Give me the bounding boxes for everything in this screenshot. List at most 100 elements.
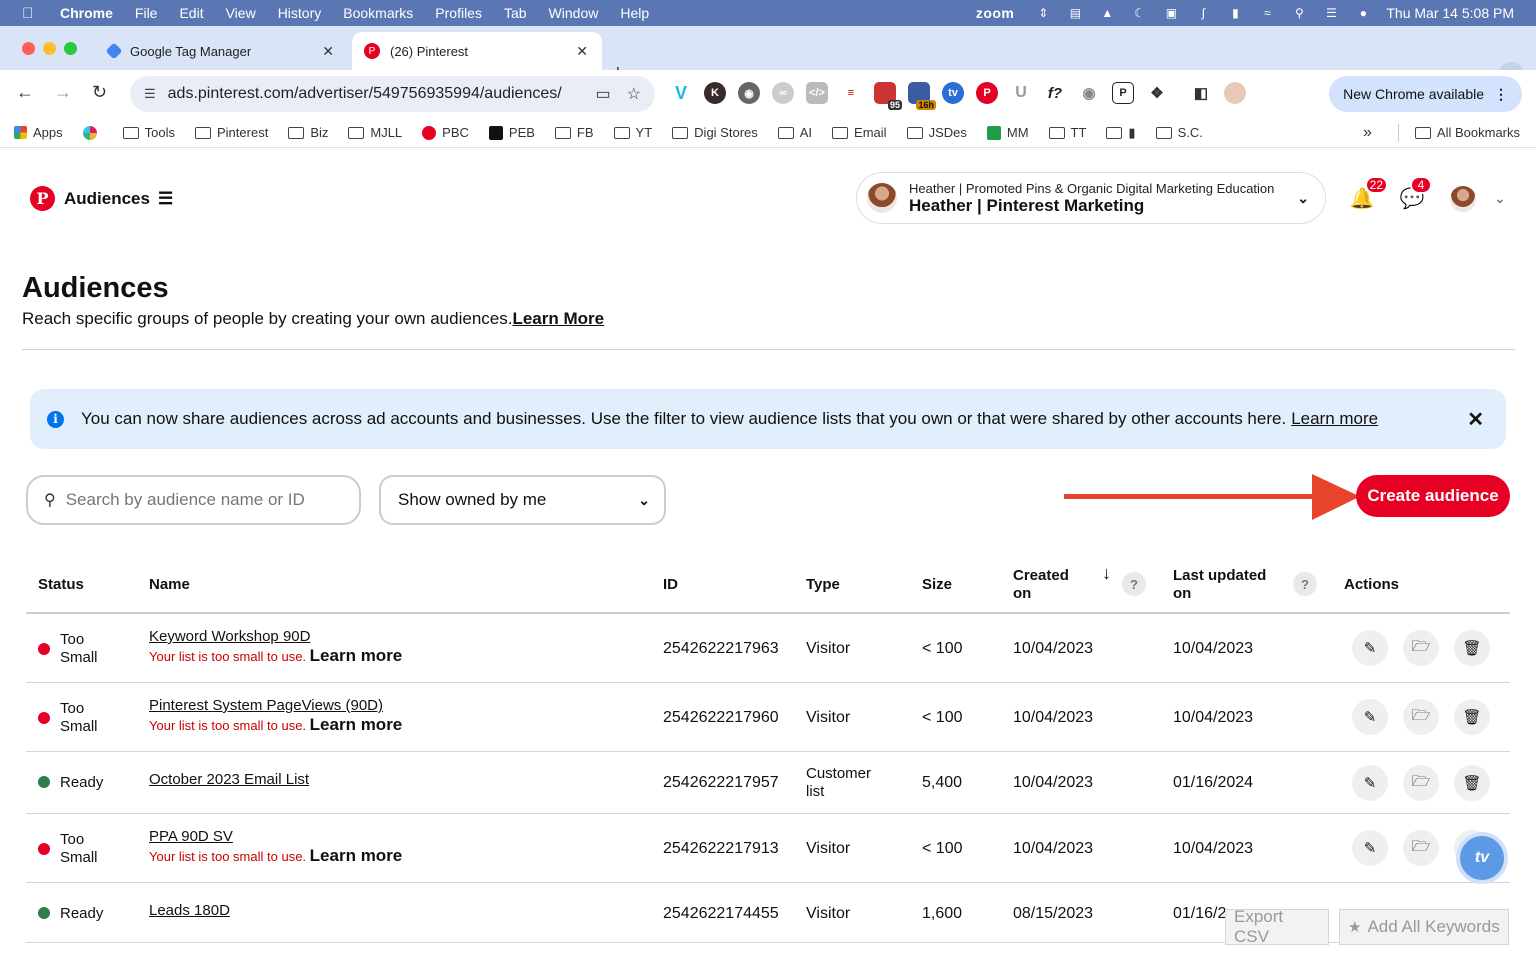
vimeo-extension-icon[interactable]: V (670, 82, 692, 104)
hamburger-menu-icon[interactable]: ☰ (158, 189, 173, 209)
kebab-menu-icon[interactable]: ⋮ (1494, 86, 1508, 103)
share-folder-key-icon[interactable]: 🗁 (1403, 765, 1439, 801)
share-folder-key-icon[interactable]: 🗁 (1403, 830, 1439, 866)
menu-app-name[interactable]: Chrome (60, 5, 113, 21)
messages-icon[interactable]: 💬 4 (1398, 176, 1432, 212)
new-chrome-available-button[interactable]: New Chrome available ⋮ (1329, 76, 1522, 112)
bookmark-apps[interactable]: Apps (14, 125, 63, 140)
bookmark-folder-tt[interactable]: TT (1048, 125, 1086, 140)
k-extension-icon[interactable]: K (704, 82, 726, 104)
menu-history[interactable]: History (278, 5, 322, 21)
audience-name-link[interactable]: October 2023 Email List (149, 771, 309, 788)
side-panel-icon[interactable]: ◧ (1190, 82, 1212, 104)
install-app-icon[interactable]: ▭ (596, 84, 611, 104)
flow-extension-icon[interactable]: ≡ (840, 82, 862, 104)
help-question-icon[interactable]: ? (1293, 572, 1317, 596)
bookmark-folder-jsdes[interactable]: JSDes (906, 125, 967, 140)
minimize-window-button[interactable] (43, 42, 56, 55)
bookmark-folder-biz[interactable]: Biz (288, 125, 328, 140)
code-extension-icon[interactable]: </> (806, 82, 828, 104)
chevron-down-icon[interactable]: ⌄ (1297, 190, 1309, 207)
audience-name-link[interactable]: PPA 90D SV (149, 828, 233, 845)
back-arrow-icon[interactable]: ← (16, 82, 34, 103)
url-text[interactable]: ads.pinterest.com/advertiser/54975693599… (168, 85, 562, 103)
bookmark-folder-fb[interactable]: FB (554, 125, 594, 140)
close-tab-icon[interactable]: ✕ (576, 43, 588, 60)
siri-icon[interactable]: ● (1354, 6, 1372, 20)
battery-icon[interactable]: ▮ (1226, 6, 1244, 20)
forward-arrow-icon[interactable]: → (54, 82, 72, 103)
site-settings-icon[interactable]: ☰ (144, 86, 156, 102)
tailwind-assistant-bubble-icon[interactable]: tv (1456, 832, 1508, 884)
zoom-status-icon[interactable]: zoom (976, 5, 1015, 21)
bookmark-folder-email[interactable]: Email (832, 125, 887, 140)
bookmark-folder-sc[interactable]: S.C. (1155, 125, 1203, 140)
menu-help[interactable]: Help (620, 5, 649, 21)
camera-extension-icon[interactable]: ◉ (1078, 82, 1100, 104)
learn-more-link[interactable]: Learn More (512, 309, 604, 328)
menu-profiles[interactable]: Profiles (435, 5, 482, 21)
notifications-bell-icon[interactable]: 🔔 22 (1348, 176, 1388, 212)
globe-extension-icon[interactable]: ◉ (738, 82, 760, 104)
section-name[interactable]: Audiences (64, 189, 150, 209)
tab-pinterest[interactable]: P (26) Pinterest ✕ (352, 32, 602, 70)
edit-pencil-icon[interactable]: ✎ (1352, 699, 1388, 735)
reload-icon[interactable]: ↻ (92, 82, 107, 103)
delete-trash-icon[interactable]: 🗑 (1454, 699, 1490, 735)
p-extension-icon[interactable]: P (1112, 82, 1134, 104)
more-bookmarks-chevron-icon[interactable]: » (1363, 124, 1372, 142)
audience-name-link[interactable]: Pinterest System PageViews (90D) (149, 697, 383, 714)
tab-google-tag-manager[interactable]: Google Tag Manager ✕ (96, 32, 348, 70)
account-switcher[interactable]: Heather | Promoted Pins & Organic Digita… (856, 172, 1326, 224)
bookmark-folder-yt[interactable]: YT (613, 125, 652, 140)
close-tab-icon[interactable]: ✕ (322, 43, 334, 60)
calendar-extension-icon[interactable]: 95 (874, 82, 902, 110)
address-bar[interactable]: ☰ ads.pinterest.com/advertiser/549756935… (130, 76, 655, 112)
puzzle-extensions-icon[interactable]: ❖ (1146, 82, 1168, 104)
bookmark-folder-mjll[interactable]: MJLL (348, 125, 402, 140)
edit-pencil-icon[interactable]: ✎ (1352, 765, 1388, 801)
column-last-updated[interactable]: Last updated on (1173, 567, 1266, 603)
pinterest-extension-icon[interactable]: P (976, 82, 998, 104)
error-learn-more-link[interactable]: Learn more (310, 646, 403, 665)
error-learn-more-link[interactable]: Learn more (310, 846, 403, 865)
bookmark-mm[interactable]: MM (986, 125, 1029, 140)
control-center-icon[interactable]: ☰ (1322, 6, 1340, 20)
chevron-down-icon[interactable]: ⌄ (1494, 190, 1506, 207)
download-tray-icon[interactable]: ▤ (1066, 6, 1084, 20)
error-learn-more-link[interactable]: Learn more (310, 715, 403, 734)
zoom-window-button[interactable] (64, 42, 77, 55)
menu-bookmarks[interactable]: Bookmarks (343, 5, 413, 21)
formula-extension-icon[interactable]: f? (1044, 82, 1066, 104)
delete-trash-icon[interactable]: 🗑 (1454, 765, 1490, 801)
notification-bell-icon[interactable]: ▲ (1098, 6, 1116, 20)
bookmark-folder-digi-stores[interactable]: Digi Stores (672, 125, 758, 140)
share-folder-key-icon[interactable]: 🗁 (1403, 630, 1439, 666)
ownership-filter-select[interactable]: Show owned by me ⌄ (379, 475, 666, 525)
timer-extension-icon[interactable]: 16h (908, 82, 936, 110)
card-icon[interactable]: ▣ (1162, 6, 1180, 20)
user-avatar[interactable] (1450, 186, 1476, 212)
u-extension-icon[interactable]: U (1010, 82, 1032, 104)
edit-pencil-icon[interactable]: ✎ (1352, 830, 1388, 866)
bookmark-peb[interactable]: PEB (488, 125, 535, 140)
delete-trash-icon[interactable]: 🗑 (1454, 630, 1490, 666)
pinterest-logo-icon[interactable]: P (30, 186, 55, 211)
menu-tab[interactable]: Tab (504, 5, 527, 21)
moon-icon[interactable]: ☾ (1130, 6, 1148, 20)
banner-learn-more-link[interactable]: Learn more (1291, 409, 1378, 428)
wifi-icon[interactable]: ≈ (1258, 6, 1276, 20)
add-all-keywords-button[interactable]: ★ Add All Keywords (1339, 909, 1509, 945)
menu-window[interactable]: Window (549, 5, 599, 21)
close-banner-icon[interactable]: ✕ (1467, 407, 1484, 432)
bookmark-pbc[interactable]: PBC (422, 125, 469, 140)
export-csv-button[interactable]: Export CSV (1225, 907, 1329, 946)
create-audience-button[interactable]: Create audience (1356, 475, 1510, 517)
spotlight-search-icon[interactable]: ⚲ (1290, 6, 1308, 20)
bookmark-folder-pinterest[interactable]: Pinterest (195, 125, 268, 140)
tailwind-extension-icon[interactable]: tv (942, 82, 964, 104)
apple-menu-icon[interactable]:  (22, 5, 40, 22)
bookmark-all-bookmarks[interactable]: All Bookmarks (1414, 125, 1520, 140)
column-name[interactable]: Name (149, 576, 190, 594)
close-window-button[interactable] (22, 42, 35, 55)
